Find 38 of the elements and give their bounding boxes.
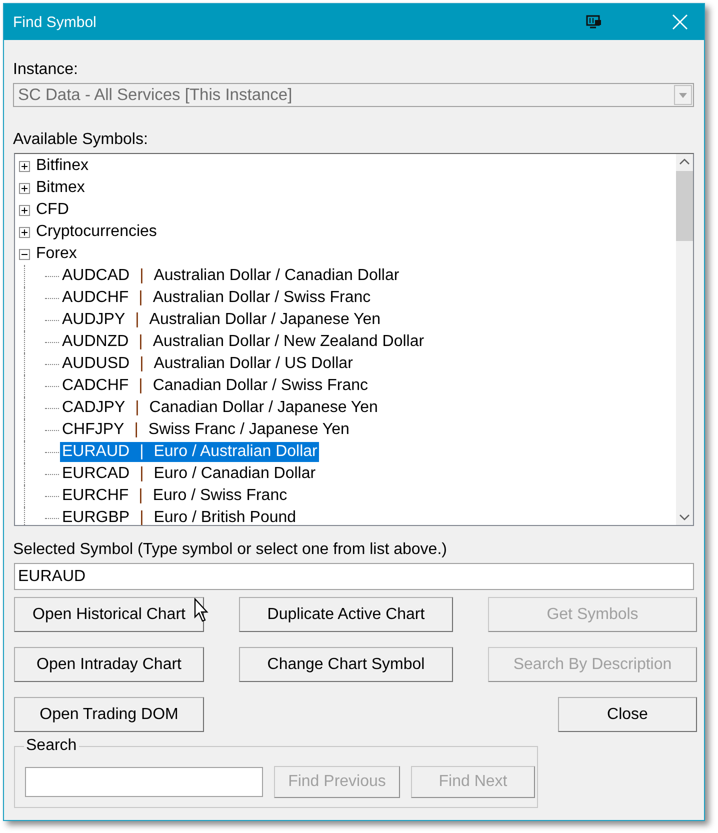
tree-node[interactable]: CFD [34, 200, 71, 220]
expand-icon[interactable] [19, 182, 30, 194]
tree-item[interactable]: AUDJPY | Australian Dollar / Japanese Yen [60, 310, 383, 330]
action-button[interactable]: Close [558, 697, 697, 732]
expand-icon[interactable] [19, 160, 30, 172]
scroll-thumb[interactable] [676, 171, 693, 241]
symbols-label: Available Symbols: [13, 131, 149, 149]
action-button[interactable]: Duplicate Active Chart [239, 597, 453, 632]
instance-label: Instance: [13, 61, 79, 79]
tree-node[interactable]: Cryptocurrencies [34, 222, 159, 242]
action-button[interactable]: Open Trading DOM [14, 697, 204, 732]
tree-item[interactable]: EURAUD | Euro / Australian Dollar [60, 442, 320, 462]
expand-icon[interactable] [19, 204, 30, 216]
action-button[interactable]: Open Historical Chart [14, 597, 204, 632]
selected-symbol-label: Selected Symbol (Type symbol or select one from list above.) [13, 541, 448, 559]
tree-item[interactable]: AUDNZD | Australian Dollar / New Zealand Dollar [60, 332, 426, 352]
tree-node[interactable]: Bitmex [34, 178, 87, 198]
tree-item[interactable]: EURCHF | Euro / Swiss Franc [60, 486, 290, 506]
action-button[interactable]: Open Intraday Chart [14, 647, 204, 682]
symbol-input-field[interactable]: EURAUD [14, 563, 694, 590]
tree-node[interactable]: Bitfinex [34, 156, 90, 176]
monitor-icon[interactable] [586, 15, 602, 29]
tree-item[interactable]: AUDUSD | Australian Dollar / US Dollar [60, 354, 355, 374]
action-button[interactable]: Change Chart Symbol [239, 647, 453, 682]
tree-item[interactable]: AUDCAD | Australian Dollar / Canadian Dollar [60, 266, 402, 286]
tree-node[interactable]: Forex [34, 244, 79, 264]
tree-item[interactable]: CHFJPY | Swiss Franc / Japanese Yen [60, 420, 352, 440]
scrollbar[interactable] [676, 154, 693, 525]
tree-item[interactable]: EURCAD | Euro / Canadian Dollar [60, 464, 318, 484]
expand-icon[interactable] [19, 226, 30, 238]
tree-item[interactable]: CADCHF | Canadian Dollar / Swiss Franc [60, 376, 370, 396]
tree-item[interactable]: CADJPY | Canadian Dollar / Japanese Yen [60, 398, 380, 418]
search-input-field[interactable] [25, 767, 263, 797]
window-title: Find Symbol [13, 14, 98, 30]
collapse-icon[interactable] [19, 248, 30, 260]
tree-item[interactable]: AUDCHF | Australian Dollar / Swiss Franc [60, 288, 373, 308]
mouse-cursor-icon [194, 598, 210, 624]
close-icon[interactable] [670, 12, 690, 32]
